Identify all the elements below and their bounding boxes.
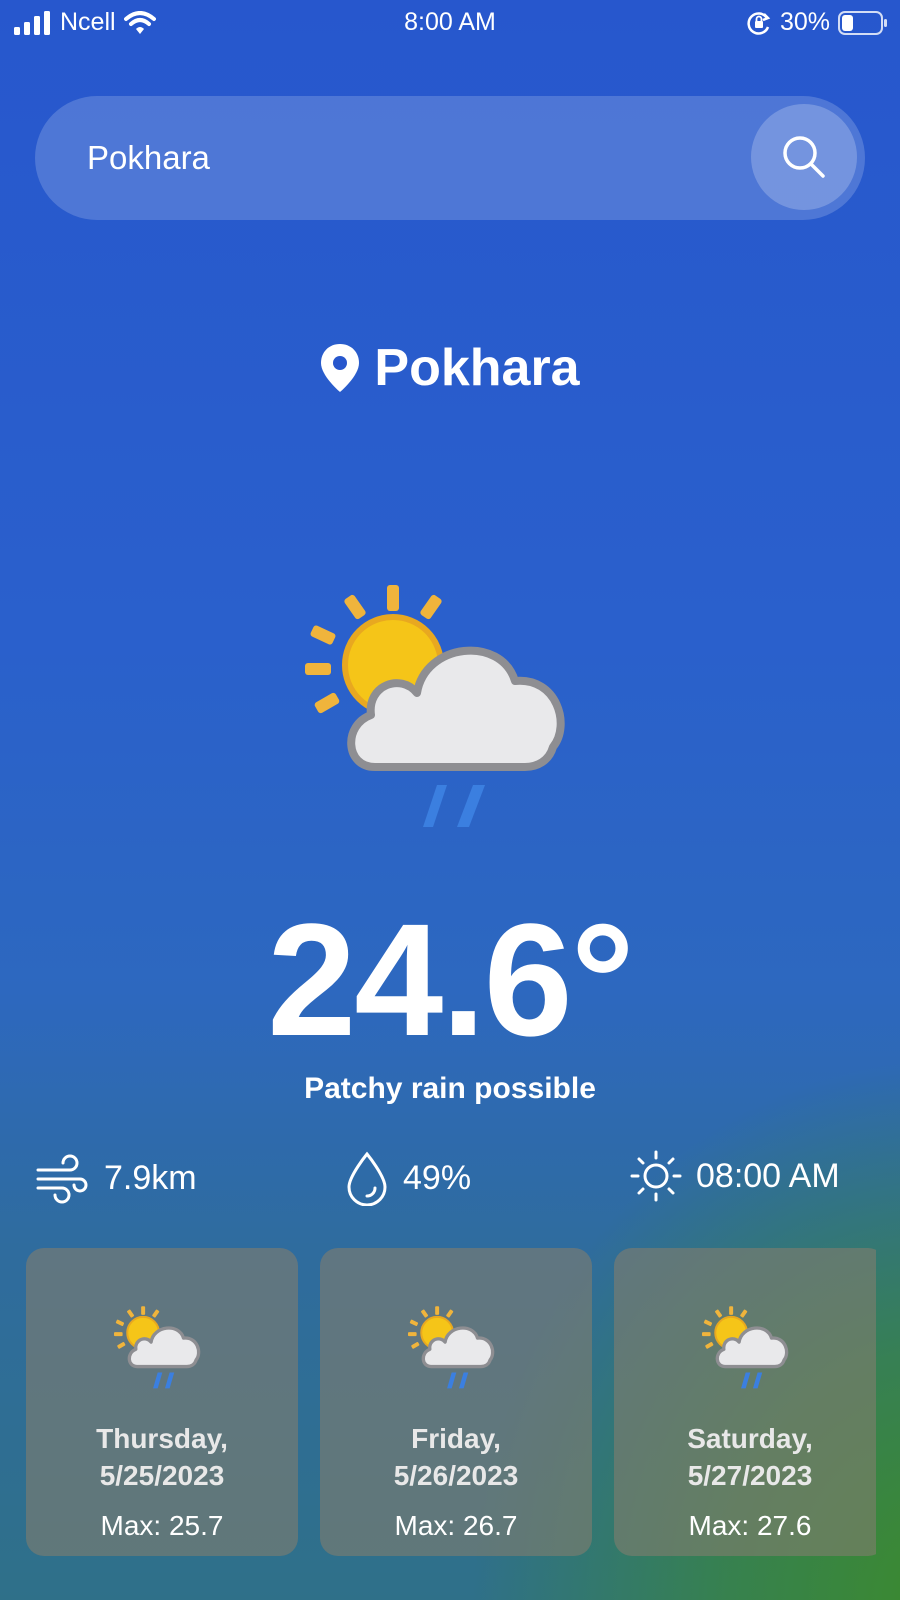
forecast-day-name: Thursday, — [96, 1423, 228, 1454]
sun-time-value: 08:00 AM — [696, 1156, 840, 1195]
search-icon — [783, 136, 825, 178]
search-bar — [35, 96, 865, 220]
forecast-card[interactable]: Saturday, 5/27/2023 Max: 27.6 — [614, 1248, 876, 1556]
wind-stat: 7.9km — [34, 1150, 197, 1206]
humidity-value: 49% — [403, 1158, 472, 1197]
map-pin-icon — [321, 344, 360, 392]
current-temperature: 24.6° — [267, 890, 634, 1069]
search-input[interactable] — [87, 126, 727, 190]
battery-icon — [838, 10, 887, 35]
forecast-max: Max: 26.7 — [394, 1510, 518, 1541]
forecast-card[interactable]: Thursday, 5/25/2023 Max: 25.7 — [26, 1248, 298, 1556]
partly-cloudy-rain-icon — [408, 1306, 495, 1389]
forecast-day: Saturday, 5/27/2023 — [614, 1420, 876, 1494]
status-right: 30% — [746, 8, 888, 37]
weather-condition: Patchy rain possible — [304, 1072, 596, 1105]
forecast-day-name: Friday, — [411, 1423, 501, 1454]
partly-cloudy-rain-icon — [702, 1306, 789, 1389]
wind-value: 7.9km — [104, 1158, 197, 1197]
rotation-lock-icon — [747, 11, 771, 35]
forecast-day-name: Saturday, — [687, 1423, 813, 1454]
wind-icon — [36, 1154, 88, 1204]
forecast-day: Friday, 5/26/2023 — [320, 1420, 592, 1494]
forecast-max: Max: 27.6 — [688, 1510, 812, 1541]
status-bar: Ncell 8:00 AM 30% — [0, 0, 900, 46]
sun-icon — [630, 1150, 682, 1202]
water-drop-icon — [347, 1151, 387, 1206]
humidity-stat: 49% — [345, 1150, 471, 1206]
forecast-date: 5/26/2023 — [393, 1460, 519, 1491]
forecast-card[interactable]: Friday, 5/26/2023 Max: 26.7 — [320, 1248, 592, 1556]
sun-time-stat: 08:00 AM — [630, 1150, 840, 1202]
forecast-max: Max: 25.7 — [100, 1510, 224, 1541]
partly-cloudy-rain-icon — [114, 1306, 201, 1389]
battery-percent: 30% — [779, 8, 830, 36]
location-name: Pokhara — [374, 339, 580, 397]
forecast-date: 5/27/2023 — [687, 1460, 813, 1491]
forecast-list[interactable]: Thursday, 5/25/2023 Max: 25.7 Friday, 5/… — [26, 1248, 876, 1558]
search-button[interactable] — [751, 104, 857, 210]
location-header: Pokhara — [0, 338, 900, 398]
partly-cloudy-rain-icon — [305, 585, 565, 827]
weather-stats: 7.9km 49% 08:00 AM — [0, 1150, 900, 1210]
forecast-date: 5/25/2023 — [99, 1460, 225, 1491]
forecast-day: Thursday, 5/25/2023 — [26, 1420, 298, 1494]
